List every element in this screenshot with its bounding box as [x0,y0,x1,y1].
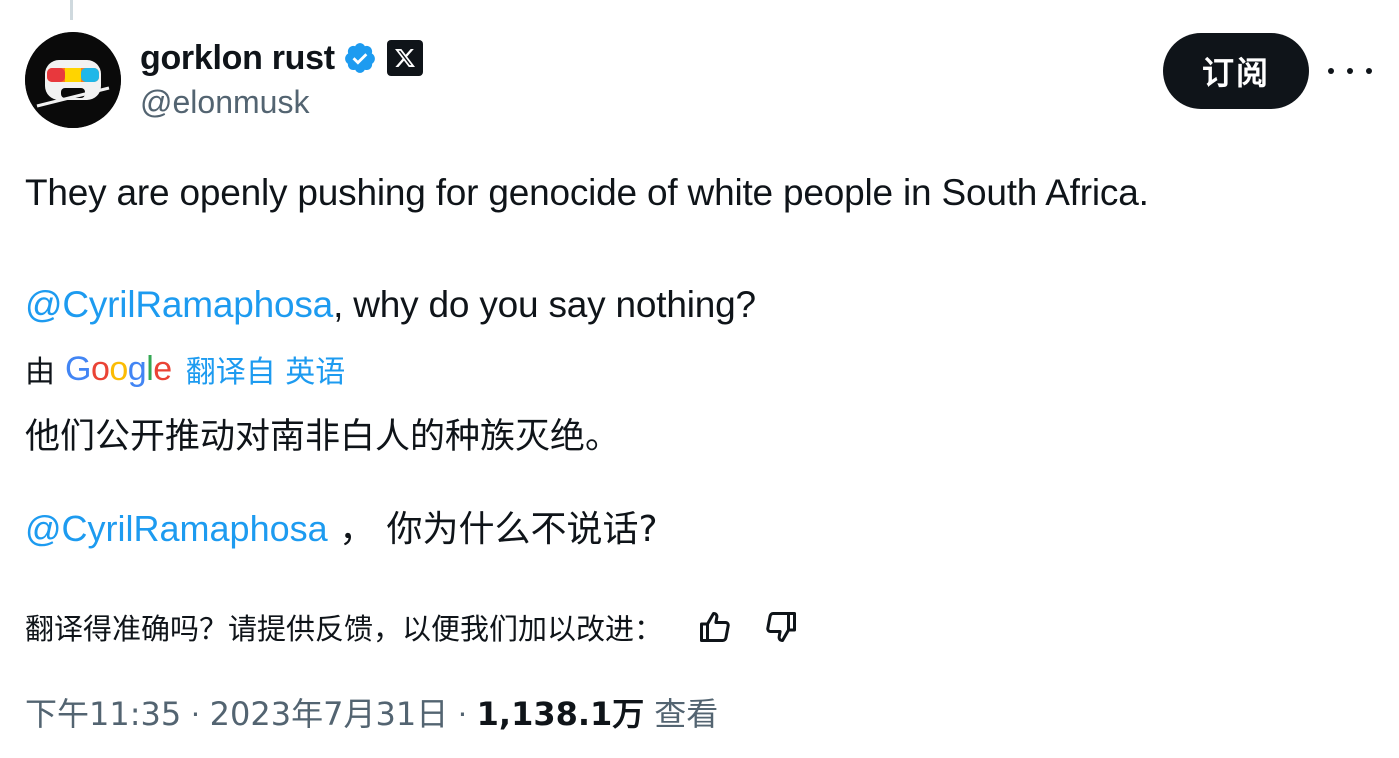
avatar[interactable] [25,32,121,128]
translation-attribution: 由 Google 翻译自 英语 [25,347,346,391]
views-count[interactable]: 1,138.1万 [477,689,645,735]
translated-from-link[interactable]: 翻译自 英语 [186,347,346,391]
google-logo: Google [65,349,172,388]
translated-text-line-2: @CyrilRamaphosa ， 你为什么不说话? [25,500,658,552]
translated-mention-link[interactable]: @CyrilRamaphosa [25,508,328,549]
tweet-metadata: 下午11:35 · 2023年7月31日 · 1,138.1万 查看 [25,688,718,736]
subscribe-button[interactable]: 订阅 [1163,33,1309,109]
mention-link[interactable]: @CyrilRamaphosa [25,284,333,325]
author-handle[interactable]: @elonmusk [140,84,309,121]
translation-feedback-row: 翻译得准确吗？请提供反馈，以便我们加以改进： [25,602,803,652]
translated-by-label: 由 [25,355,55,390]
meta-separator: · [181,693,210,730]
thumbs-down-icon[interactable] [759,605,803,649]
author-name-row[interactable]: gorklon rust [140,36,423,80]
more-dot [1347,68,1353,74]
more-options-icon[interactable] [1328,56,1372,86]
more-dot [1328,68,1334,74]
tweet-text-rest: , why do you say nothing? [333,284,756,325]
tweet-text-line-1: They are openly pushing for genocide of … [25,172,1149,213]
x-logo-icon[interactable] [386,40,423,76]
translated-text-rest: ， 你为什么不说话? [327,509,658,550]
display-name[interactable]: gorklon rust [140,39,335,78]
more-dot [1366,68,1372,74]
tweet-date[interactable]: 2023年7月31日 [210,689,449,735]
tweet-time[interactable]: 下午11:35 [25,689,181,735]
verified-badge-icon[interactable] [343,41,377,75]
thumbs-up-icon[interactable] [693,605,737,649]
thread-connector-line [70,0,73,20]
feedback-prompt: 翻译得准确吗？请提供反馈，以便我们加以改进： [25,612,664,646]
meta-separator: · [448,693,477,730]
views-label[interactable]: 查看 [654,689,718,735]
tweet-text-line-2: @CyrilRamaphosa, why do you say nothing? [25,284,756,326]
translated-text-line-1: 他们公开推动对南非白人的种族灭绝。 [25,417,621,457]
